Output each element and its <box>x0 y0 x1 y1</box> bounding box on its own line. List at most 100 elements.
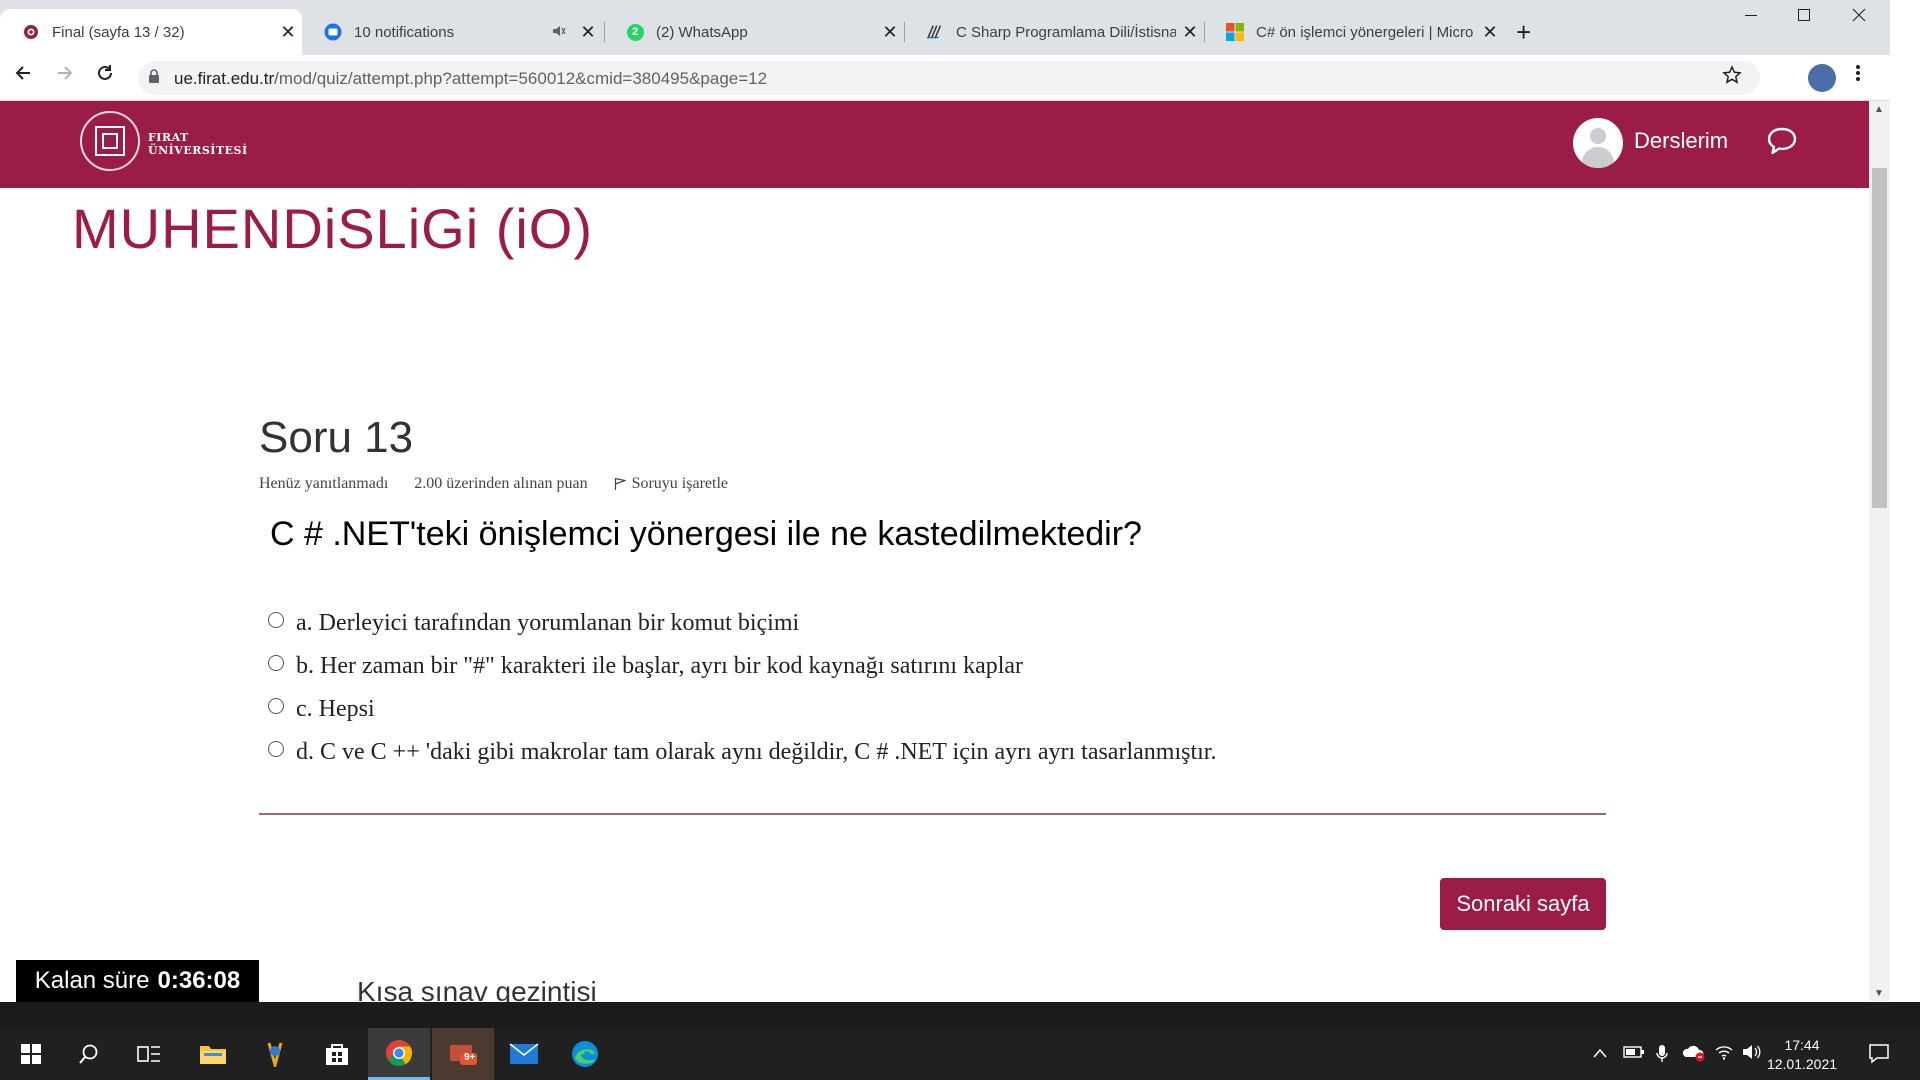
logo-text-line2: ÜNİVERSİTESİ <box>148 144 248 157</box>
search-button[interactable] <box>58 1028 120 1080</box>
edge-button[interactable] <box>554 1028 616 1080</box>
url-host: ue.firat.edu.tr <box>174 69 275 88</box>
answer-radio[interactable] <box>268 654 284 671</box>
clock-time: 17:44 <box>1784 1037 1820 1053</box>
tab-title: (2) WhatsApp <box>656 23 748 41</box>
answer-list: a. Derleyici tarafından yorumlanan bir k… <box>268 602 1216 774</box>
question-status: Henüz yanıtlanmadı <box>259 475 389 492</box>
tab-title: 10 notifications <box>354 23 455 41</box>
answer-option-b[interactable]: b. Her zaman bir "#" karakteri ile başla… <box>268 645 1216 688</box>
microsoft-favicon-icon <box>1226 23 1244 41</box>
tab-close-icon[interactable]: ✕ <box>574 22 602 43</box>
answer-label[interactable]: c. Hepsi <box>296 696 375 723</box>
chrome-icon <box>386 1039 413 1066</box>
chrome-menu-icon[interactable] <box>1855 63 1861 89</box>
file-explorer-button[interactable] <box>182 1028 244 1080</box>
site-header: FIRAT ÜNİVERSİTESİ Derslerim <box>0 101 1869 188</box>
quiz-navigation-heading: Kısa sınav gezintisi <box>357 976 597 1003</box>
page-scrollbar[interactable]: ▲ ▼ <box>1869 101 1890 1001</box>
firat-university-logo[interactable]: FIRAT ÜNİVERSİTESİ <box>80 111 247 171</box>
question-points: 2.00 üzerinden alınan puan <box>414 475 588 492</box>
tab-close-icon[interactable]: ✕ <box>274 22 302 43</box>
back-button[interactable] <box>8 63 38 89</box>
question-text: C # .NET'teki önişlemci yönergesi ile ne… <box>270 515 1142 553</box>
profile-avatar[interactable] <box>1808 64 1836 92</box>
tab-close-icon[interactable]: ✕ <box>1476 22 1504 43</box>
reload-button[interactable] <box>90 63 120 89</box>
folder-icon <box>200 1046 226 1064</box>
answer-option-a[interactable]: a. Derleyici tarafından yorumlanan bir k… <box>268 602 1216 645</box>
scroll-down-icon[interactable]: ▼ <box>1874 988 1884 999</box>
address-bar[interactable]: ue.firat.edu.tr/mod/quiz/attempt.php?att… <box>138 61 1760 95</box>
mail-button[interactable] <box>493 1028 555 1080</box>
wifi-icon[interactable] <box>1714 1044 1734 1065</box>
tab-title: Final (sayfa 13 / 32) <box>52 23 185 41</box>
task-view-button[interactable] <box>118 1028 180 1080</box>
answer-radio[interactable] <box>268 740 284 757</box>
tab-csharp-wiki[interactable]: C Sharp Programlama Dili/İstisna ✕ <box>904 9 1204 55</box>
answer-option-c[interactable]: c. Hepsi <box>268 688 1216 731</box>
new-tab-button[interactable]: + <box>1516 17 1531 48</box>
onedrive-icon[interactable] <box>1682 1044 1706 1067</box>
search-icon <box>79 1044 98 1064</box>
messages-icon[interactable] <box>1766 126 1798 156</box>
maximize-button[interactable] <box>1781 6 1827 27</box>
university-seal-icon <box>80 111 140 171</box>
microphone-icon[interactable] <box>1655 1044 1669 1069</box>
answer-label[interactable]: b. Her zaman bir "#" karakteri ile başla… <box>296 653 1023 680</box>
clock-date: 12.01.2021 <box>1766 1056 1838 1072</box>
tab-audio-icon[interactable] <box>552 24 574 41</box>
answer-label[interactable]: a. Derleyici tarafından yorumlanan bir k… <box>296 610 799 637</box>
url-path: /mod/quiz/attempt.php?attempt=560012&cmi… <box>274 69 768 88</box>
mail-badge: 9+ <box>464 1052 476 1063</box>
lock-icon <box>149 69 159 83</box>
action-center-icon[interactable] <box>1868 1042 1890 1069</box>
forward-button[interactable] <box>50 63 80 89</box>
tab-microsoft-docs[interactable]: C# ön işlemci yönergeleri | Micro ✕ <box>1204 9 1504 55</box>
flag-question-link[interactable]: Soruyu işaretle <box>614 475 728 493</box>
time-remaining: Kalan süre 0:36:08 <box>16 960 259 1002</box>
battery-icon[interactable] <box>1623 1044 1645 1064</box>
store-button[interactable] <box>306 1028 368 1080</box>
close-window-button[interactable] <box>1836 6 1882 27</box>
moodle-favicon-icon <box>22 23 40 41</box>
screen-bottom-bar <box>0 1002 1920 1028</box>
scroll-up-icon[interactable]: ▲ <box>1874 104 1884 115</box>
my-courses-link[interactable]: Derslerim <box>1634 128 1728 154</box>
tab-notifications[interactable]: 10 notifications ✕ <box>302 9 602 55</box>
show-hidden-icons[interactable] <box>1592 1044 1608 1064</box>
start-button[interactable] <box>0 1028 62 1080</box>
tab-title: C# ön işlemci yönergeleri | Micro <box>1256 23 1474 41</box>
mail-app-button[interactable]: 9+ <box>432 1028 494 1080</box>
chat-favicon-icon <box>324 23 342 41</box>
tab-close-icon[interactable]: ✕ <box>1176 22 1204 43</box>
chrome-taskbar-button[interactable] <box>368 1028 430 1080</box>
time-remaining-label: Kalan süre <box>34 967 150 994</box>
windows-taskbar: 9+ 17:44 12.01.2021 <box>0 1028 1920 1080</box>
bookmark-star-icon[interactable] <box>1722 65 1742 91</box>
user-avatar[interactable] <box>1573 118 1623 168</box>
minimize-button[interactable] <box>1728 6 1774 27</box>
system-clock[interactable]: 17:44 12.01.2021 <box>1762 1036 1842 1074</box>
answer-label[interactable]: d. C ve C ++ 'daki gibi makrolar tam ola… <box>296 739 1216 766</box>
whatsapp-badge: 2 <box>626 23 644 41</box>
url-text: ue.firat.edu.tr/mod/quiz/attempt.php?att… <box>174 69 767 89</box>
tab-final-quiz[interactable]: Final (sayfa 13 / 32) ✕ <box>0 9 302 55</box>
task-view-icon <box>137 1046 160 1062</box>
tab-title: C Sharp Programlama Dili/İstisna <box>956 23 1176 41</box>
tab-close-icon[interactable]: ✕ <box>876 22 904 43</box>
next-page-button[interactable]: Sonraki sayfa <box>1440 878 1606 930</box>
desktop-edge <box>1890 0 1920 1002</box>
app-icon <box>267 1042 283 1067</box>
course-title: MUHENDiSLiGi (iO) <box>72 197 593 260</box>
answer-radio[interactable] <box>268 611 284 628</box>
answer-radio[interactable] <box>268 697 284 714</box>
volume-icon[interactable] <box>1742 1044 1762 1065</box>
scrollbar-thumb[interactable] <box>1872 168 1887 508</box>
flag-question-label: Soruyu işaretle <box>631 475 728 492</box>
app-button[interactable] <box>244 1028 306 1080</box>
browser-toolbar: ue.firat.edu.tr/mod/quiz/attempt.php?att… <box>0 55 1890 101</box>
tab-whatsapp[interactable]: 2 (2) WhatsApp ✕ <box>604 9 904 55</box>
answer-option-d[interactable]: d. C ve C ++ 'daki gibi makrolar tam ola… <box>268 731 1216 774</box>
question-info: Henüz yanıtlanmadı 2.00 üzerinden alınan… <box>259 475 728 493</box>
